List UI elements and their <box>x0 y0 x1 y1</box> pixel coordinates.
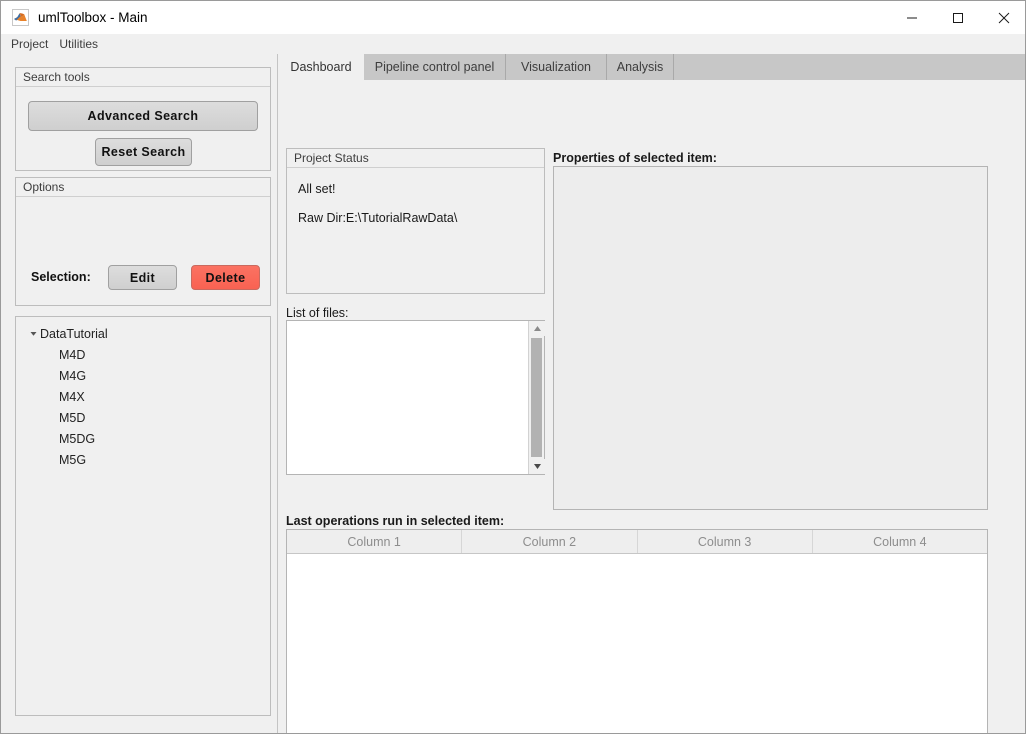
tree-node-label: DataTutorial <box>40 326 108 341</box>
tab-dashboard[interactable]: Dashboard <box>279 54 364 80</box>
close-button[interactable] <box>981 1 1025 34</box>
properties-label: Properties of selected item: <box>553 151 717 165</box>
tree-node-root[interactable]: DataTutorial <box>16 323 270 344</box>
panel-divider <box>277 54 278 733</box>
project-tree-panel: DataTutorial M4D M4G M4X M5D M5DG M5G <box>15 316 271 716</box>
project-status-panel: Project Status All set! Raw Dir:E:\Tutor… <box>286 148 545 294</box>
search-tools-title: Search tools <box>16 68 270 87</box>
tab-strip: Dashboard Pipeline control panel Visuali… <box>279 54 1025 80</box>
project-tree: DataTutorial M4D M4G M4X M5D M5DG M5G <box>16 317 270 470</box>
tree-node-m5dg[interactable]: M5DG <box>16 428 270 449</box>
title-bar: umlToolbox - Main <box>1 1 1025 34</box>
dashboard-tab-panel: Project Status All set! Raw Dir:E:\Tutor… <box>279 80 1025 733</box>
scrollbar-thumb[interactable] <box>531 338 542 457</box>
main-body: Search tools Advanced Search Reset Searc… <box>1 54 1025 733</box>
tree-node-m5d[interactable]: M5D <box>16 407 270 428</box>
last-operations-label: Last operations run in selected item: <box>286 514 505 528</box>
window-controls <box>889 1 1025 34</box>
maximize-button[interactable] <box>935 1 981 34</box>
table-body[interactable] <box>287 554 987 733</box>
window-title: umlToolbox - Main <box>38 10 148 25</box>
menu-item-project[interactable]: Project <box>11 34 48 54</box>
list-of-files-listbox[interactable] <box>286 320 545 475</box>
table-column-header-4[interactable]: Column 4 <box>813 530 987 553</box>
options-panel: Options Selection: Edit Delete <box>15 177 271 306</box>
search-tools-panel: Search tools Advanced Search Reset Searc… <box>15 67 271 171</box>
matlab-logo-icon <box>12 9 29 26</box>
chevron-down-icon[interactable] <box>26 329 40 338</box>
tree-node-m5g[interactable]: M5G <box>16 449 270 470</box>
table-column-header-2[interactable]: Column 2 <box>462 530 638 553</box>
menu-bar: Project Utilities <box>1 34 1025 54</box>
advanced-search-button[interactable]: Advanced Search <box>28 101 258 131</box>
scroll-down-icon[interactable] <box>529 459 545 474</box>
minimize-button[interactable] <box>889 1 935 34</box>
options-title: Options <box>16 178 270 197</box>
edit-button[interactable]: Edit <box>108 265 177 290</box>
properties-box[interactable] <box>553 166 988 510</box>
project-status-line-2: Raw Dir:E:\TutorialRawData\ <box>298 211 458 225</box>
tab-analysis[interactable]: Analysis <box>607 54 674 80</box>
tree-node-m4g[interactable]: M4G <box>16 365 270 386</box>
menu-item-utilities[interactable]: Utilities <box>59 34 98 54</box>
table-column-header-1[interactable]: Column 1 <box>287 530 463 553</box>
project-status-title: Project Status <box>287 149 544 168</box>
project-status-line-1: All set! <box>298 182 336 196</box>
reset-search-button[interactable]: Reset Search <box>95 138 192 166</box>
table-header-row: Column 1 Column 2 Column 3 Column 4 <box>287 530 987 554</box>
table-column-header-3[interactable]: Column 3 <box>638 530 813 553</box>
list-of-files-label: List of files: <box>286 306 349 320</box>
selection-label: Selection: <box>31 270 91 284</box>
last-operations-table[interactable]: Column 1 Column 2 Column 3 Column 4 <box>286 529 988 733</box>
list-of-files-scrollbar[interactable] <box>528 321 545 474</box>
delete-button[interactable]: Delete <box>191 265 260 290</box>
tree-node-m4x[interactable]: M4X <box>16 386 270 407</box>
scroll-up-icon[interactable] <box>529 321 545 336</box>
tree-node-m4d[interactable]: M4D <box>16 344 270 365</box>
tab-pipeline-control-panel[interactable]: Pipeline control panel <box>364 54 506 80</box>
application-window: umlToolbox - Main Project Utilities Sear… <box>0 0 1026 734</box>
tab-visualization[interactable]: Visualization <box>506 54 607 80</box>
